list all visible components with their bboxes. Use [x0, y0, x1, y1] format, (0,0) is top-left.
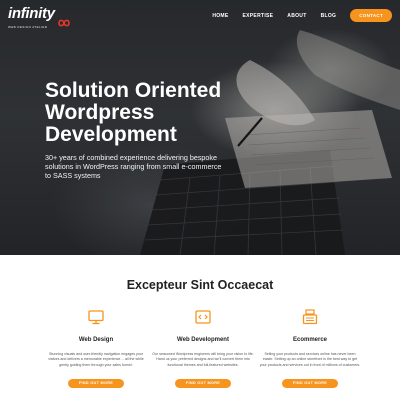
service-title: Web Development	[177, 337, 229, 343]
find-out-more-button[interactable]: FIND OUT MORE	[174, 378, 232, 388]
contact-button[interactable]: CONTACT	[350, 9, 392, 22]
hero-subtitle: 30+ years of combined experience deliver…	[45, 153, 222, 181]
hero-title: Solution Oriented Wordpress Development	[45, 80, 235, 146]
service-card-web-development: Web Development Our seasoned Wordpress e…	[148, 308, 258, 389]
services-heading: Excepteur Sint Occaecat	[126, 278, 274, 292]
service-description: Stunning visuals and user-friendly navig…	[48, 352, 144, 367]
nav-about[interactable]: ABOUT	[287, 13, 306, 19]
infinity-logo-icon	[58, 19, 70, 27]
hero-title-line: Development	[45, 123, 177, 146]
service-description: Selling your products and services onlin…	[259, 352, 361, 367]
code-icon	[195, 310, 211, 324]
find-out-more-button[interactable]: FIND OUT MORE	[281, 378, 339, 388]
nav-blog[interactable]: BLOG	[321, 13, 337, 19]
service-title: Ecommerce	[292, 337, 328, 343]
find-out-more-button[interactable]: FIND OUT MORE	[67, 378, 125, 388]
service-description: Our seasoned Wordpress engineers will br…	[152, 352, 254, 367]
service-card-web-design: Web Design Stunning visuals and user-fri…	[41, 308, 151, 389]
hero-title-line: Solution Oriented	[45, 79, 222, 102]
main-nav: HOME EXPERTISE ABOUT BLOG CONTACT	[198, 9, 392, 22]
logo-wordmark: infinity	[8, 5, 55, 22]
hero-section: infinity WEB DESIGN ATELIER HOME EXPERTI…	[0, 0, 400, 255]
site-logo[interactable]: infinity WEB DESIGN ATELIER	[8, 5, 70, 35]
hero-title-line: Wordpress	[45, 101, 155, 124]
service-title: Web Design	[78, 337, 114, 343]
logo-tagline: WEB DESIGN ATELIER	[8, 25, 48, 29]
service-card-ecommerce: Ecommerce Selling your products and serv…	[255, 308, 365, 389]
nav-expertise[interactable]: EXPERTISE	[243, 13, 274, 19]
nav-home[interactable]: HOME	[212, 13, 228, 19]
cash-register-icon	[302, 309, 318, 325]
monitor-icon	[88, 310, 104, 325]
